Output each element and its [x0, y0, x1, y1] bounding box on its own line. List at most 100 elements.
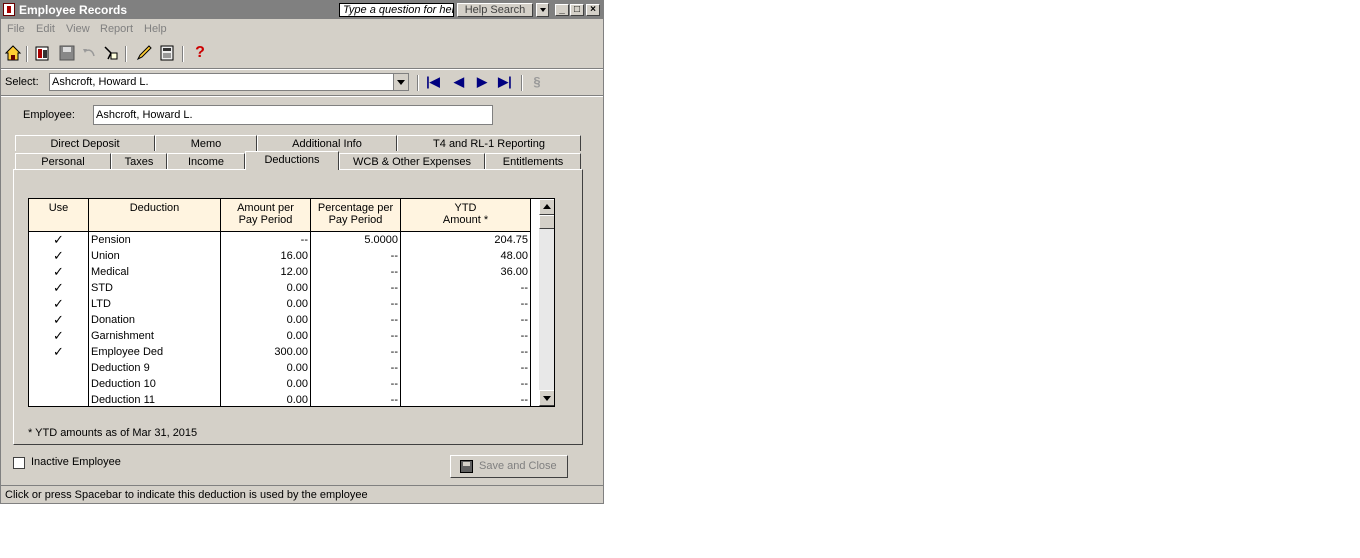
pencil-icon[interactable] — [135, 44, 153, 62]
column-divider — [530, 232, 531, 406]
cell-ytd: 36.00 — [401, 264, 531, 280]
next-record-icon[interactable]: ▶ — [474, 73, 490, 91]
table-row[interactable]: ✓ Garnishment 0.00 -- -- — [29, 328, 539, 344]
table-row[interactable]: ✓ Medical 12.00 -- 36.00 — [29, 264, 539, 280]
scroll-thumb[interactable] — [539, 215, 554, 229]
tab-entitlements[interactable]: Entitlements — [485, 153, 581, 169]
chevron-down-icon[interactable] — [393, 74, 408, 90]
table-row[interactable]: Deduction 10 0.00 -- -- — [29, 376, 539, 392]
cell-percentage: -- — [311, 264, 401, 280]
cell-percentage: -- — [311, 376, 401, 392]
help-dropdown-button[interactable] — [536, 3, 549, 17]
inactive-employee-label: Inactive Employee — [31, 456, 121, 468]
header-amount-line2: Pay Period — [238, 214, 293, 226]
header-percentage-line1: Percentage per — [317, 202, 394, 214]
cell-ytd: -- — [401, 376, 531, 392]
help-question-input[interactable]: Type a question for help — [339, 3, 454, 17]
cell-use[interactable]: ✓ — [29, 344, 89, 360]
save-and-close-button[interactable]: Save and Close — [450, 455, 568, 478]
cell-use[interactable]: ✓ — [29, 264, 89, 280]
deductions-grid: Use Deduction Amount per Pay Period Perc… — [28, 198, 555, 407]
window-title: Employee Records — [19, 3, 128, 17]
table-row[interactable]: ✓ LTD 0.00 -- -- — [29, 296, 539, 312]
menu-report[interactable]: Report — [100, 23, 133, 35]
table-row[interactable]: ✓ Employee Ded 300.00 -- -- — [29, 344, 539, 360]
tab-t4-rl1-reporting[interactable]: T4 and RL-1 Reporting — [397, 135, 581, 151]
header-use: Use — [29, 199, 89, 232]
menu-edit[interactable]: Edit — [36, 23, 55, 35]
table-row[interactable]: ✓ Union 16.00 -- 48.00 — [29, 248, 539, 264]
title-bar[interactable]: Employee Records Type a question for hel… — [1, 1, 603, 19]
inactive-employee-checkbox[interactable] — [13, 457, 25, 469]
header-deduction: Deduction — [89, 199, 221, 232]
undo-icon[interactable] — [80, 44, 98, 62]
tab-deductions[interactable]: Deductions — [245, 151, 339, 170]
status-bar: Click or press Spacebar to indicate this… — [1, 485, 603, 503]
lookup-icon[interactable]: § — [529, 73, 545, 91]
help-search-button[interactable]: Help Search — [457, 3, 533, 17]
table-row[interactable]: ✓ STD 0.00 -- -- — [29, 280, 539, 296]
tab-personal[interactable]: Personal — [15, 153, 111, 169]
cell-amount: -- — [221, 232, 311, 248]
minimize-icon[interactable]: _ — [555, 4, 569, 16]
cell-use[interactable]: ✓ — [29, 232, 89, 248]
cell-ytd: -- — [401, 296, 531, 312]
cell-use[interactable] — [29, 360, 89, 376]
cell-use[interactable]: ✓ — [29, 280, 89, 296]
cell-ytd: 48.00 — [401, 248, 531, 264]
header-percentage-line2: Pay Period — [328, 214, 383, 226]
cell-use[interactable] — [29, 392, 89, 406]
menu-view[interactable]: View — [66, 23, 90, 35]
home-icon[interactable] — [4, 44, 22, 62]
cell-deduction: Deduction 9 — [89, 360, 221, 376]
cell-use[interactable]: ✓ — [29, 248, 89, 264]
scroll-down-icon[interactable] — [539, 390, 554, 406]
save-icon[interactable] — [58, 44, 76, 62]
cell-ytd: -- — [401, 280, 531, 296]
employee-name-field[interactable]: Ashcroft, Howard L. — [93, 105, 493, 125]
header-percentage: Percentage per Pay Period — [311, 199, 401, 232]
app-icon[interactable] — [3, 3, 15, 16]
calculator-icon[interactable] — [158, 44, 176, 62]
cell-percentage: -- — [311, 280, 401, 296]
previous-record-icon[interactable]: ◀ — [451, 73, 467, 91]
cell-amount: 0.00 — [221, 296, 311, 312]
tab-direct-deposit[interactable]: Direct Deposit — [15, 135, 155, 151]
header-amount: Amount per Pay Period — [221, 199, 311, 232]
grid-scrollbar[interactable] — [539, 199, 554, 406]
menu-file[interactable]: File — [7, 23, 25, 35]
tab-memo[interactable]: Memo — [155, 135, 257, 151]
close-icon[interactable]: × — [586, 4, 600, 16]
scroll-up-icon[interactable] — [539, 199, 554, 215]
employee-select[interactable]: Ashcroft, Howard L. — [49, 73, 409, 91]
column-divider — [88, 232, 89, 406]
cell-amount: 0.00 — [221, 328, 311, 344]
remove-icon[interactable] — [101, 44, 119, 62]
help-icon[interactable]: ? — [191, 44, 209, 62]
last-record-icon[interactable]: ▶| — [497, 73, 513, 91]
table-row[interactable]: ✓ Pension -- 5.0000 204.75 — [29, 232, 539, 248]
cell-use[interactable]: ✓ — [29, 296, 89, 312]
cell-ytd: 204.75 — [401, 232, 531, 248]
cell-use[interactable] — [29, 376, 89, 392]
cell-ytd: -- — [401, 328, 531, 344]
table-row[interactable]: Deduction 9 0.00 -- -- — [29, 360, 539, 376]
cell-percentage: -- — [311, 296, 401, 312]
menu-help[interactable]: Help — [144, 23, 167, 35]
open-record-icon[interactable] — [34, 44, 52, 62]
cell-use[interactable]: ✓ — [29, 312, 89, 328]
first-record-icon[interactable]: |◀ — [425, 73, 441, 91]
table-row[interactable]: Deduction 11 0.00 -- -- — [29, 392, 539, 406]
cell-use[interactable]: ✓ — [29, 328, 89, 344]
maximize-icon[interactable]: □ — [570, 4, 584, 16]
table-row[interactable]: ✓ Donation 0.00 -- -- — [29, 312, 539, 328]
cell-deduction: Garnishment — [89, 328, 221, 344]
cell-amount: 16.00 — [221, 248, 311, 264]
tab-wcb-other-expenses[interactable]: WCB & Other Expenses — [339, 153, 485, 169]
header-ytd-line2: Amount * — [442, 214, 489, 226]
tab-additional-info[interactable]: Additional Info — [257, 135, 397, 151]
cell-deduction: STD — [89, 280, 221, 296]
tab-income[interactable]: Income — [167, 153, 245, 169]
tab-taxes[interactable]: Taxes — [111, 153, 167, 169]
column-divider — [310, 232, 311, 406]
